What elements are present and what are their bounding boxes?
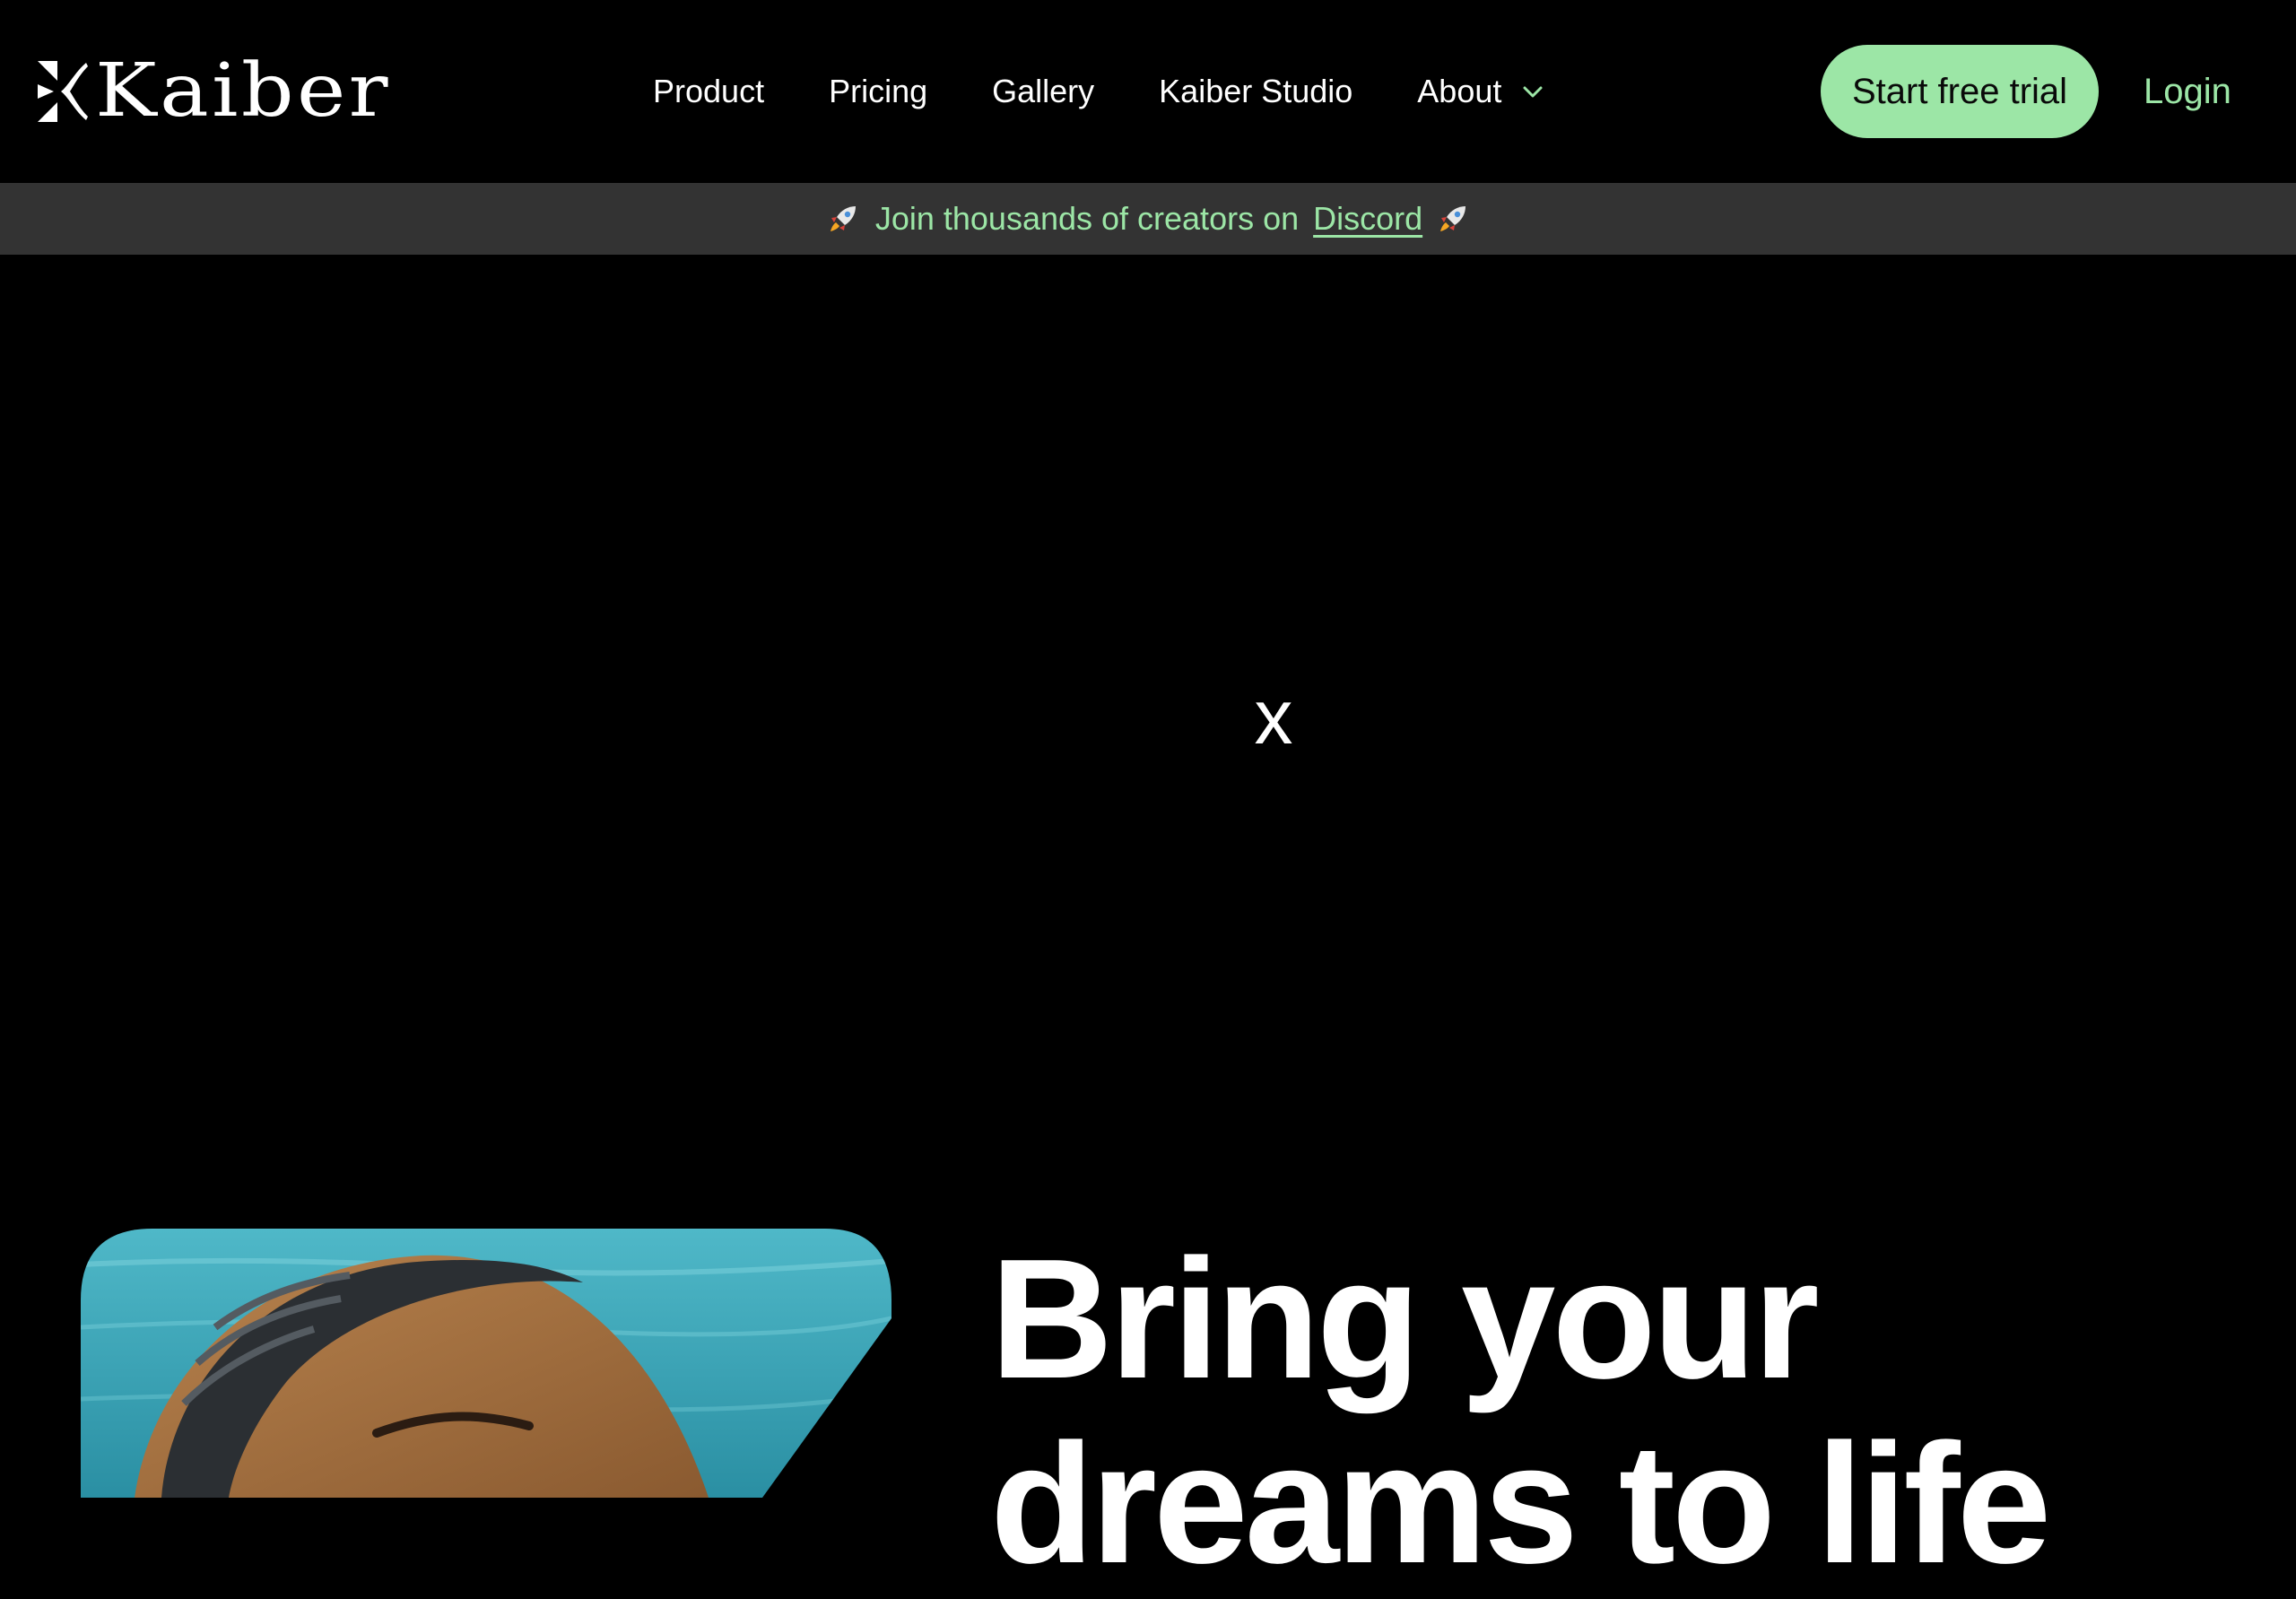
- discord-announcement-banner: Join thousands of creators on Discord: [0, 183, 2296, 255]
- main-nav: Product Pricing Gallery Kaiber Studio Ab…: [653, 63, 1546, 120]
- nav-pricing[interactable]: Pricing: [829, 63, 927, 120]
- chevron-down-icon: [1523, 86, 1543, 98]
- hero-video-placeholder: x: [1254, 674, 1293, 760]
- hero-heading-line-2: dreams to life: [990, 1409, 2051, 1599]
- brand-name: Kaiber: [95, 48, 391, 134]
- rocket-icon: [1440, 206, 1466, 231]
- rocket-icon: [830, 206, 856, 231]
- start-free-trial-button[interactable]: Start free trial: [1821, 45, 2099, 138]
- hero-heading: Bring your dreams to life: [990, 1227, 2246, 1596]
- nav-about-label: About: [1417, 73, 1502, 109]
- banner-text: Join thousands of creators on: [874, 200, 1300, 237]
- nav-about-dropdown[interactable]: About: [1417, 63, 1546, 120]
- kaiber-logo-icon: [38, 61, 88, 122]
- kaiber-logo[interactable]: Kaiber: [34, 55, 388, 128]
- discord-link[interactable]: Discord: [1313, 200, 1422, 238]
- nav-gallery[interactable]: Gallery: [992, 63, 1094, 120]
- hero-heading-line-1: Bring your: [990, 1224, 1820, 1414]
- nav-kaiber-studio[interactable]: Kaiber Studio: [1159, 63, 1352, 120]
- hero-portrait-artwork: [81, 1229, 891, 1498]
- login-link[interactable]: Login: [2144, 63, 2231, 120]
- nav-product[interactable]: Product: [653, 63, 764, 120]
- site-header: Kaiber Product Pricing Gallery Kaiber St…: [0, 0, 2296, 183]
- hero-portrait-image: [81, 1229, 891, 1498]
